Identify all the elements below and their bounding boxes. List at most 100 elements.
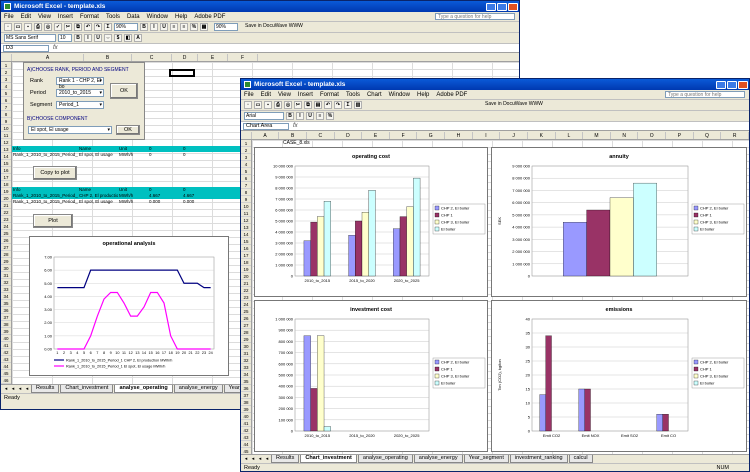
row-header-35[interactable]: 35 bbox=[1, 300, 11, 307]
bar[interactable] bbox=[662, 414, 669, 432]
row-header-2[interactable]: 2 bbox=[241, 147, 251, 154]
row-header-15[interactable]: 15 bbox=[241, 238, 251, 245]
tab-scroll-next-icon[interactable]: ◂ bbox=[257, 456, 263, 462]
font-select[interactable]: MS Sans Serif bbox=[4, 34, 56, 42]
row-header-4[interactable]: 4 bbox=[241, 161, 251, 168]
row-header-16[interactable]: 16 bbox=[241, 245, 251, 252]
row-header-18[interactable]: 18 bbox=[241, 259, 251, 266]
select-all-corner[interactable] bbox=[241, 132, 252, 139]
preview-icon[interactable]: ◎ bbox=[44, 23, 52, 31]
menu-format[interactable]: Format bbox=[80, 14, 99, 20]
row-header-9[interactable]: 9 bbox=[1, 118, 11, 125]
redo-icon[interactable]: ↷ bbox=[94, 23, 102, 31]
tab-results[interactable]: Results bbox=[31, 385, 60, 393]
underline-icon-2[interactable]: U bbox=[94, 34, 102, 42]
new-icon[interactable]: ▫ bbox=[4, 23, 12, 31]
row-header-23[interactable]: 23 bbox=[1, 216, 11, 223]
row-header-41[interactable]: 41 bbox=[241, 420, 251, 427]
menu-edit[interactable]: Edit bbox=[21, 14, 31, 20]
tab-analyse-operating[interactable]: analyse_operating bbox=[357, 455, 413, 463]
menu-chart[interactable]: Chart bbox=[367, 92, 382, 98]
row-header-40[interactable]: 40 bbox=[1, 335, 11, 342]
align-center-icon[interactable]: ≡ bbox=[180, 23, 188, 31]
font-size-select[interactable]: 10 bbox=[58, 34, 72, 42]
column-header-o[interactable]: O bbox=[638, 132, 667, 139]
row-header-31[interactable]: 31 bbox=[241, 350, 251, 357]
menu-adobe-pdf[interactable]: Adobe PDF bbox=[194, 14, 225, 20]
row-header-26[interactable]: 26 bbox=[241, 315, 251, 322]
row-header-29[interactable]: 29 bbox=[241, 336, 251, 343]
column-header-e[interactable]: E bbox=[362, 132, 390, 139]
tab-scroll-last-icon[interactable]: ◂ bbox=[264, 456, 270, 462]
save-docuwave-button[interactable]: Save in DocuWave WWW bbox=[244, 23, 324, 31]
row-header-25[interactable]: 25 bbox=[241, 308, 251, 315]
row-header-45[interactable]: 45 bbox=[1, 370, 11, 377]
column-header-i[interactable]: I bbox=[473, 132, 501, 139]
row-header-23[interactable]: 23 bbox=[241, 294, 251, 301]
undo-icon[interactable]: ↶ bbox=[324, 101, 332, 109]
row-header-13[interactable]: 13 bbox=[241, 224, 251, 231]
table-cell[interactable]: 0.000 bbox=[182, 199, 212, 205]
column-header-l[interactable]: L bbox=[556, 132, 584, 139]
maximize-button[interactable] bbox=[497, 2, 507, 11]
name-box[interactable]: Chart Area bbox=[243, 122, 289, 130]
ok-button[interactable]: OK bbox=[110, 83, 138, 99]
tab-results[interactable]: Results bbox=[271, 455, 300, 463]
ok-component-button[interactable]: OK bbox=[116, 125, 140, 135]
table-cell[interactable]: 0.000 bbox=[148, 199, 182, 205]
row-header-20[interactable]: 20 bbox=[1, 195, 11, 202]
column-header-q[interactable]: Q bbox=[694, 132, 722, 139]
table-cell[interactable]: 0 bbox=[182, 152, 212, 158]
column-header-n[interactable]: N bbox=[611, 132, 639, 139]
selected-cell-d3[interactable] bbox=[169, 69, 195, 77]
row-header-39[interactable]: 39 bbox=[1, 328, 11, 335]
column-header-g[interactable]: G bbox=[417, 132, 446, 139]
row-header-2[interactable]: 2 bbox=[1, 69, 11, 76]
percent-icon[interactable]: % bbox=[326, 112, 334, 120]
copy-icon[interactable]: ⧉ bbox=[304, 101, 312, 109]
italic-icon[interactable]: I bbox=[296, 112, 304, 120]
menu-insert[interactable]: Insert bbox=[298, 92, 313, 98]
row-header-35[interactable]: 35 bbox=[241, 378, 251, 385]
row-header-27[interactable]: 27 bbox=[241, 322, 251, 329]
row-header-7[interactable]: 7 bbox=[1, 104, 11, 111]
row-header-14[interactable]: 14 bbox=[241, 231, 251, 238]
row-header-38[interactable]: 38 bbox=[241, 399, 251, 406]
bar[interactable] bbox=[361, 212, 369, 277]
table-cell[interactable]: El spot, El usage bbox=[78, 199, 118, 205]
column-header-j[interactable]: J bbox=[500, 132, 528, 139]
row-header-20[interactable]: 20 bbox=[241, 273, 251, 280]
menu-file[interactable]: File bbox=[4, 14, 14, 20]
sum-icon[interactable]: Σ bbox=[344, 101, 352, 109]
help-search-box[interactable]: Type a question for help bbox=[435, 13, 515, 20]
underline-icon[interactable]: U bbox=[160, 23, 168, 31]
row-header-34[interactable]: 34 bbox=[1, 293, 11, 300]
row-header-36[interactable]: 36 bbox=[241, 385, 251, 392]
align-icon[interactable]: ≡ bbox=[316, 112, 324, 120]
menu-window[interactable]: Window bbox=[147, 14, 168, 20]
tab-analyse-energy[interactable]: analyse_energy bbox=[413, 455, 463, 463]
bar[interactable] bbox=[545, 335, 552, 432]
bar[interactable] bbox=[539, 394, 546, 432]
table-cell[interactable]: MWh/h bbox=[118, 152, 148, 158]
bar[interactable] bbox=[563, 222, 587, 277]
row-header-1[interactable]: 1 bbox=[241, 140, 251, 147]
tab-chart-investment[interactable]: Chart_investment bbox=[60, 385, 114, 393]
column-header-f[interactable]: F bbox=[390, 132, 418, 139]
row-header-34[interactable]: 34 bbox=[241, 371, 251, 378]
undo-icon[interactable]: ↶ bbox=[84, 23, 92, 31]
row-header-39[interactable]: 39 bbox=[241, 406, 251, 413]
bar[interactable] bbox=[399, 216, 407, 277]
column-header-b[interactable]: B bbox=[84, 54, 132, 61]
bold-icon-2[interactable]: B bbox=[74, 34, 82, 42]
table-cell[interactable]: MWh/h bbox=[118, 199, 148, 205]
row-header-22[interactable]: 22 bbox=[1, 209, 11, 216]
tab-investment-ranking[interactable]: investment_ranking bbox=[509, 455, 568, 463]
row-header-21[interactable]: 21 bbox=[1, 202, 11, 209]
menu-adobe-pdf[interactable]: Adobe PDF bbox=[436, 92, 467, 98]
save-icon[interactable]: ▪ bbox=[264, 101, 272, 109]
row-header-19[interactable]: 19 bbox=[1, 188, 11, 195]
row-header-4[interactable]: 4 bbox=[1, 83, 11, 90]
bar[interactable] bbox=[323, 201, 331, 277]
sum-icon[interactable]: Σ bbox=[104, 23, 112, 31]
